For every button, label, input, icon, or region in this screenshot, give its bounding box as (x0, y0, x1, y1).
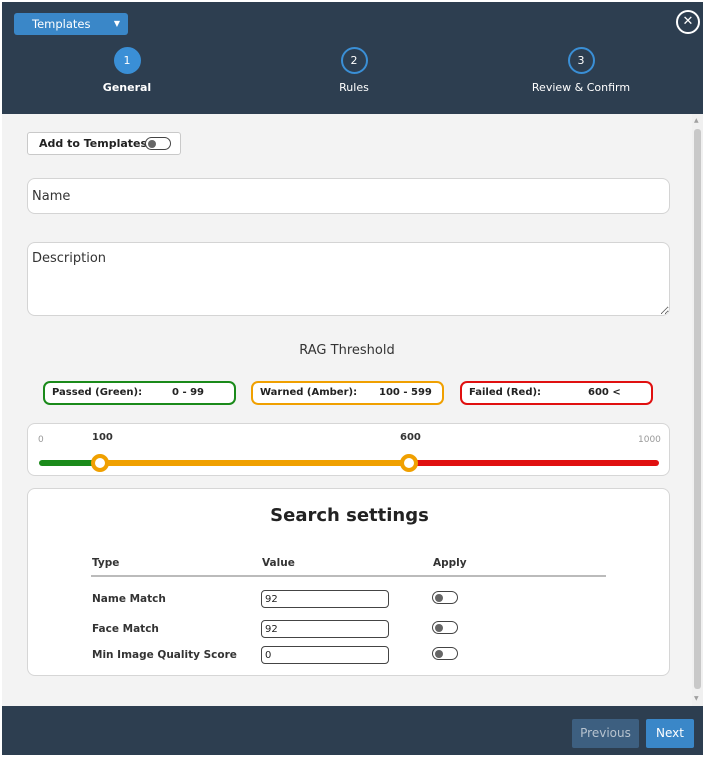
warned-range: 100 - 599 (379, 387, 432, 398)
step-number: 1 (113, 47, 141, 74)
slider-min-label: 0 (38, 435, 44, 445)
face-match-input[interactable] (261, 620, 389, 638)
min-image-quality-input[interactable] (261, 646, 389, 664)
slider-high-value-label: 600 (400, 432, 421, 443)
passed-green-box: Passed (Green): 0 - 99 (43, 381, 236, 405)
face-match-apply-toggle[interactable] (432, 621, 458, 634)
toggle-knob (435, 649, 443, 658)
add-to-templates-label: Add to Templates (39, 137, 148, 150)
add-to-templates-toggle[interactable] (145, 137, 171, 150)
step-rules[interactable]: 2 Rules (274, 47, 434, 94)
add-to-templates-control: Add to Templates (27, 132, 181, 155)
step-label: General (102, 81, 152, 94)
failed-label: Failed (Red): (469, 387, 542, 398)
failed-red-box: Failed (Red): 600 < (460, 381, 653, 405)
step-number: 2 (340, 47, 368, 74)
scroll-down-arrow-icon[interactable]: ▼ (694, 695, 699, 702)
slider-high-handle[interactable] (400, 454, 418, 472)
rag-threshold-title: RAG Threshold (299, 343, 395, 358)
step-label: Review & Confirm (531, 81, 631, 94)
wizard-header: Templates ▼ ✕ 1 General 2 Rules 3 Review… (2, 2, 703, 114)
warned-label: Warned (Amber): (260, 387, 358, 398)
rag-threshold-slider: 0 1000 100 600 (27, 423, 670, 476)
slider-max-label: 1000 (638, 435, 661, 445)
next-button[interactable]: Next (646, 719, 694, 748)
passed-label: Passed (Green): (52, 387, 143, 398)
step-label: Rules (339, 81, 369, 94)
step-general[interactable]: 1 General (47, 47, 207, 94)
row-label-face-match: Face Match (92, 623, 159, 635)
row-label-name-match: Name Match (92, 593, 166, 605)
templates-dropdown-label: Templates (32, 17, 91, 31)
name-input[interactable] (27, 178, 670, 214)
failed-range: 600 < (588, 387, 621, 398)
row-label-min-image-quality: Min Image Quality Score (92, 649, 237, 661)
content-scrollbar[interactable]: ▲ ▼ (692, 114, 703, 706)
header-divider (91, 575, 606, 577)
chevron-down-icon: ▼ (113, 19, 120, 28)
toggle-knob (435, 623, 443, 632)
toggle-knob (148, 139, 156, 148)
scrollbar-thumb[interactable] (694, 129, 701, 689)
templates-dropdown[interactable]: Templates ▼ (14, 13, 128, 35)
column-header-value: Value (262, 557, 295, 569)
toggle-knob (435, 593, 443, 602)
wizard-content: Add to Templates RAG Threshold Passed (G… (2, 114, 692, 706)
wizard-footer: Previous Next (2, 706, 703, 755)
templates-wizard-dialog: Templates ▼ ✕ 1 General 2 Rules 3 Review… (2, 2, 703, 755)
search-settings-title: Search settings (270, 505, 429, 526)
warned-amber-box: Warned (Amber): 100 - 599 (251, 381, 444, 405)
scroll-up-arrow-icon[interactable]: ▲ (694, 117, 699, 124)
close-icon[interactable]: ✕ (676, 10, 700, 34)
min-image-quality-apply-toggle[interactable] (432, 647, 458, 660)
step-review-confirm[interactable]: 3 Review & Confirm (501, 47, 661, 94)
search-settings-card: Search settings Type Value Apply Name Ma… (27, 488, 670, 676)
slider-amber-segment (100, 460, 412, 466)
name-match-input[interactable] (261, 590, 389, 608)
column-header-type: Type (92, 557, 120, 569)
slider-low-value-label: 100 (92, 432, 113, 443)
previous-button[interactable]: Previous (572, 719, 639, 748)
name-match-apply-toggle[interactable] (432, 591, 458, 604)
description-textarea[interactable] (27, 242, 670, 316)
step-number: 3 (567, 47, 595, 74)
slider-red-segment (408, 460, 659, 466)
column-header-apply: Apply (433, 557, 467, 569)
passed-range: 0 - 99 (172, 387, 204, 398)
slider-low-handle[interactable] (91, 454, 109, 472)
